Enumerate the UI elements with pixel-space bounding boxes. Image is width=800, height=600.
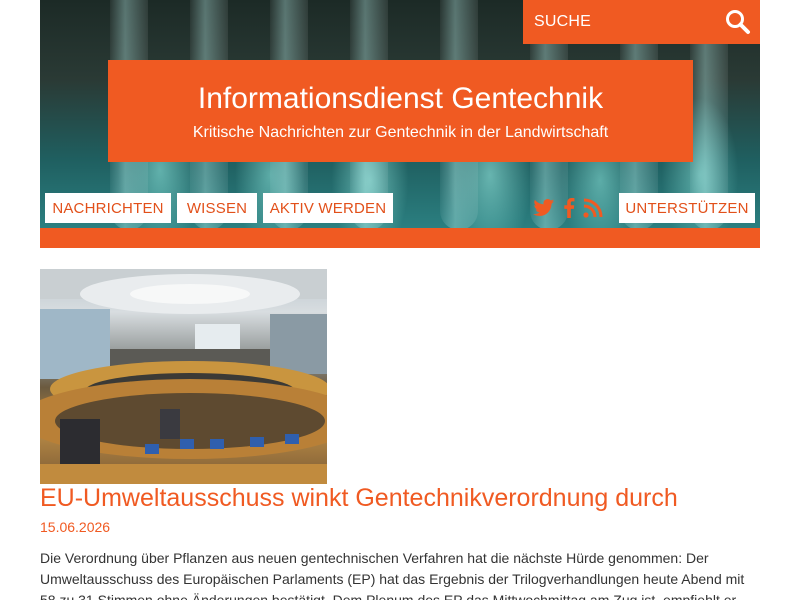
nav-item-wissen[interactable]: WISSEN (177, 193, 257, 223)
twitter-icon[interactable] (533, 198, 555, 218)
social-links (533, 193, 603, 223)
article-date: 15.06.2026 (40, 519, 111, 535)
header-bottom-bar (40, 228, 760, 248)
nav-item-aktiv-werden[interactable]: AKTIV WERDEN (263, 193, 393, 223)
search-bar[interactable]: SUCHE (523, 0, 760, 44)
article-teaser: Die Verordnung über Pflanzen aus neuen g… (40, 550, 745, 600)
site-subtitle: Kritische Nachrichten zur Gentechnik in … (192, 124, 609, 141)
facebook-icon[interactable] (563, 198, 575, 218)
search-input[interactable]: SUCHE (534, 13, 716, 31)
article-title[interactable]: EU-Umweltausschuss winkt Gentechnikveror… (40, 484, 678, 513)
search-icon[interactable] (716, 0, 760, 44)
site-title-box: Informationsdienst Gentechnik Kritische … (108, 60, 693, 162)
nav-item-nachrichten[interactable]: NACHRICHTEN (45, 193, 171, 223)
article-image[interactable] (40, 269, 327, 484)
support-button[interactable]: UNTERSTÜTZEN (619, 193, 755, 223)
rss-icon[interactable] (583, 198, 603, 218)
site-title[interactable]: Informationsdienst Gentechnik (108, 82, 693, 116)
